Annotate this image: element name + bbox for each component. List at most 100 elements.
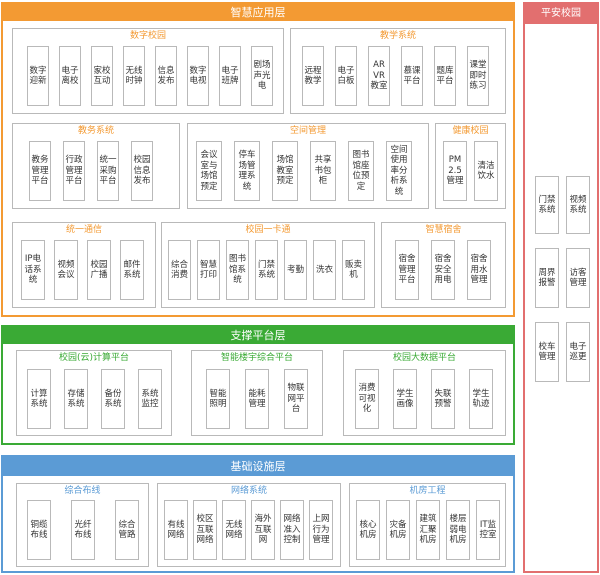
group-title: 校园(云)计算平台 xyxy=(58,353,130,363)
item-label: 视频会议 xyxy=(57,259,75,281)
item-cell: 有线网络 xyxy=(164,500,188,560)
item-label: 电子巡更 xyxy=(569,341,587,363)
item-label: AR VR教室 xyxy=(370,60,388,92)
item-cell: 洗衣 xyxy=(313,240,336,300)
item-cell: IT监控室 xyxy=(476,500,500,560)
item-label: 校园信息发布 xyxy=(133,155,151,187)
item-label: 建筑汇聚机房 xyxy=(419,514,437,546)
item-label: 计算系统 xyxy=(30,388,48,410)
item-cell: 视频系统 xyxy=(566,176,590,234)
item-label: 校车管理 xyxy=(538,341,556,363)
item-cell: 智慧打印 xyxy=(197,240,220,300)
item-label: 宿舍用水管理 xyxy=(470,254,488,286)
group-campus-card: 校园一卡通 综合消费 智慧打印 图书馆系统 门禁系统 考勤 洗衣 贩卖机 xyxy=(161,222,375,308)
group-smart-dormitory: 智慧宿舍 宿舍管理平台 宿舍安全用电 宿舍用水管理 xyxy=(381,222,506,308)
item-label: 空间使用率分析系统 xyxy=(390,144,408,197)
item-label: 访客管理 xyxy=(569,267,587,289)
item-label: 停车场管理系统 xyxy=(238,150,256,192)
item-label: 家校互动 xyxy=(93,65,111,87)
item-label: 宿舍安全用电 xyxy=(434,254,452,286)
item-cell: 剧场声光电 xyxy=(251,46,273,106)
group-unified-communication: 统一通信 IP电话系统 视频会议 校园广播 邮件系统 xyxy=(12,222,156,308)
item-cell: 无线时钟 xyxy=(123,46,145,106)
item-cell: 计算系统 xyxy=(27,369,51,429)
item-label: 楼层弱电机房 xyxy=(449,514,467,546)
item-label: 会议室与场馆预定 xyxy=(200,150,218,192)
item-label: 上网行为管理 xyxy=(312,514,330,546)
item-label: 考勤 xyxy=(286,264,304,275)
item-cell: 存储系统 xyxy=(64,369,88,429)
item-cell: PM 2.5管理 xyxy=(443,141,467,201)
item-cell: 综合管路 xyxy=(115,500,139,560)
item-cell: 建筑汇聚机房 xyxy=(416,500,440,560)
item-cell: 灾备机房 xyxy=(386,500,410,560)
item-label: 场馆教室预定 xyxy=(276,155,294,187)
item-cell: 邮件系统 xyxy=(120,240,144,300)
item-cell: 场馆教室预定 xyxy=(272,141,298,201)
item-label: 光纤布线 xyxy=(74,519,92,541)
item-cell: 题库平台 xyxy=(434,46,456,106)
item-cell: IP电话系统 xyxy=(21,240,45,300)
item-cell: 考勤 xyxy=(284,240,307,300)
item-label: 智能照明 xyxy=(209,388,227,410)
item-cell: 宿舍用水管理 xyxy=(467,240,491,300)
item-cell: 访客管理 xyxy=(566,248,590,308)
layer-title: 支撑平台层 xyxy=(3,327,513,344)
item-label: 网络准入控制 xyxy=(283,514,301,546)
group-title: 校园大数据平台 xyxy=(392,353,456,363)
item-label: 备份系统 xyxy=(104,388,122,410)
group-machine-room: 机房工程 核心机房 灾备机房 建筑汇聚机房 楼层弱电机房 IT监控室 xyxy=(349,483,506,567)
group-title: 教学系统 xyxy=(379,31,416,41)
item-cell: 视频会议 xyxy=(54,240,78,300)
item-label: IP电话系统 xyxy=(24,254,42,286)
item-cell: 物联网平台 xyxy=(284,369,308,429)
item-label: 核心机房 xyxy=(359,519,377,541)
item-cell: 周界报警 xyxy=(535,248,559,308)
item-label: 铜缆布线 xyxy=(30,519,48,541)
item-label: 校园广播 xyxy=(90,259,108,281)
item-label: 贩卖机 xyxy=(344,259,362,281)
item-cell: 清洁饮水 xyxy=(474,141,498,201)
item-cell: 能耗管理 xyxy=(245,369,269,429)
item-label: 远程教学 xyxy=(304,65,322,87)
item-cell: 行政管理平台 xyxy=(63,141,85,201)
item-cell: 电子白板 xyxy=(335,46,357,106)
item-label: 统一采购平台 xyxy=(99,155,117,187)
item-cell: 宿舍管理平台 xyxy=(395,240,419,300)
item-cell: 信息发布 xyxy=(155,46,177,106)
group-cloud-computing: 校园(云)计算平台 计算系统 存储系统 备份系统 系统监控 xyxy=(16,350,172,436)
item-label: 图书馆座位预定 xyxy=(352,150,370,192)
item-label: 宿舍管理平台 xyxy=(398,254,416,286)
item-label: 消费可视化 xyxy=(358,383,376,415)
item-cell: 校园信息发布 xyxy=(131,141,153,201)
group-title: 空间管理 xyxy=(289,126,326,136)
group-title: 综合布线 xyxy=(64,486,101,496)
group-academic-affairs: 教务系统 教务管理平台 行政管理平台 统一采购平台 校园信息发布 xyxy=(12,123,180,209)
item-cell: 校区互联网络 xyxy=(193,500,217,560)
item-cell: 课堂即时练习 xyxy=(467,46,489,106)
group-space-management: 空间管理 会议室与场馆预定 停车场管理系统 场馆教室预定 共享书包柜 图书馆座位… xyxy=(187,123,429,209)
group-title: 教务系统 xyxy=(77,126,114,136)
item-cell: 上网行为管理 xyxy=(309,500,333,560)
group-title: 网络系统 xyxy=(230,486,267,496)
group-title: 统一通信 xyxy=(65,225,102,235)
item-cell: 教务管理平台 xyxy=(29,141,51,201)
item-label: 门禁系统 xyxy=(538,194,556,216)
item-cell: 电子巡更 xyxy=(566,322,590,382)
item-label: 门禁系统 xyxy=(257,259,275,281)
item-label: 数字迎新 xyxy=(29,65,47,87)
item-label: 物联网平台 xyxy=(287,383,305,415)
item-label: 清洁饮水 xyxy=(477,160,495,182)
item-label: 题库平台 xyxy=(436,65,454,87)
group-big-data: 校园大数据平台 消费可视化 学生画像 失联预警 学生轨迹 xyxy=(343,350,506,436)
item-label: 校区互联网络 xyxy=(196,514,214,546)
item-cell: 学生轨迹 xyxy=(469,369,493,429)
item-cell: 共享书包柜 xyxy=(310,141,336,201)
item-cell: 宿舍安全用电 xyxy=(431,240,455,300)
item-cell: 图书馆座位预定 xyxy=(348,141,374,201)
item-cell: 数字迎新 xyxy=(27,46,49,106)
layer-support-platform: 支撑平台层 校园(云)计算平台 计算系统 存储系统 备份系统 系统监控 智能楼宇… xyxy=(1,325,515,445)
item-label: 视频系统 xyxy=(569,194,587,216)
item-cell: 慕课平台 xyxy=(401,46,423,106)
item-cell: 门禁系统 xyxy=(535,176,559,234)
